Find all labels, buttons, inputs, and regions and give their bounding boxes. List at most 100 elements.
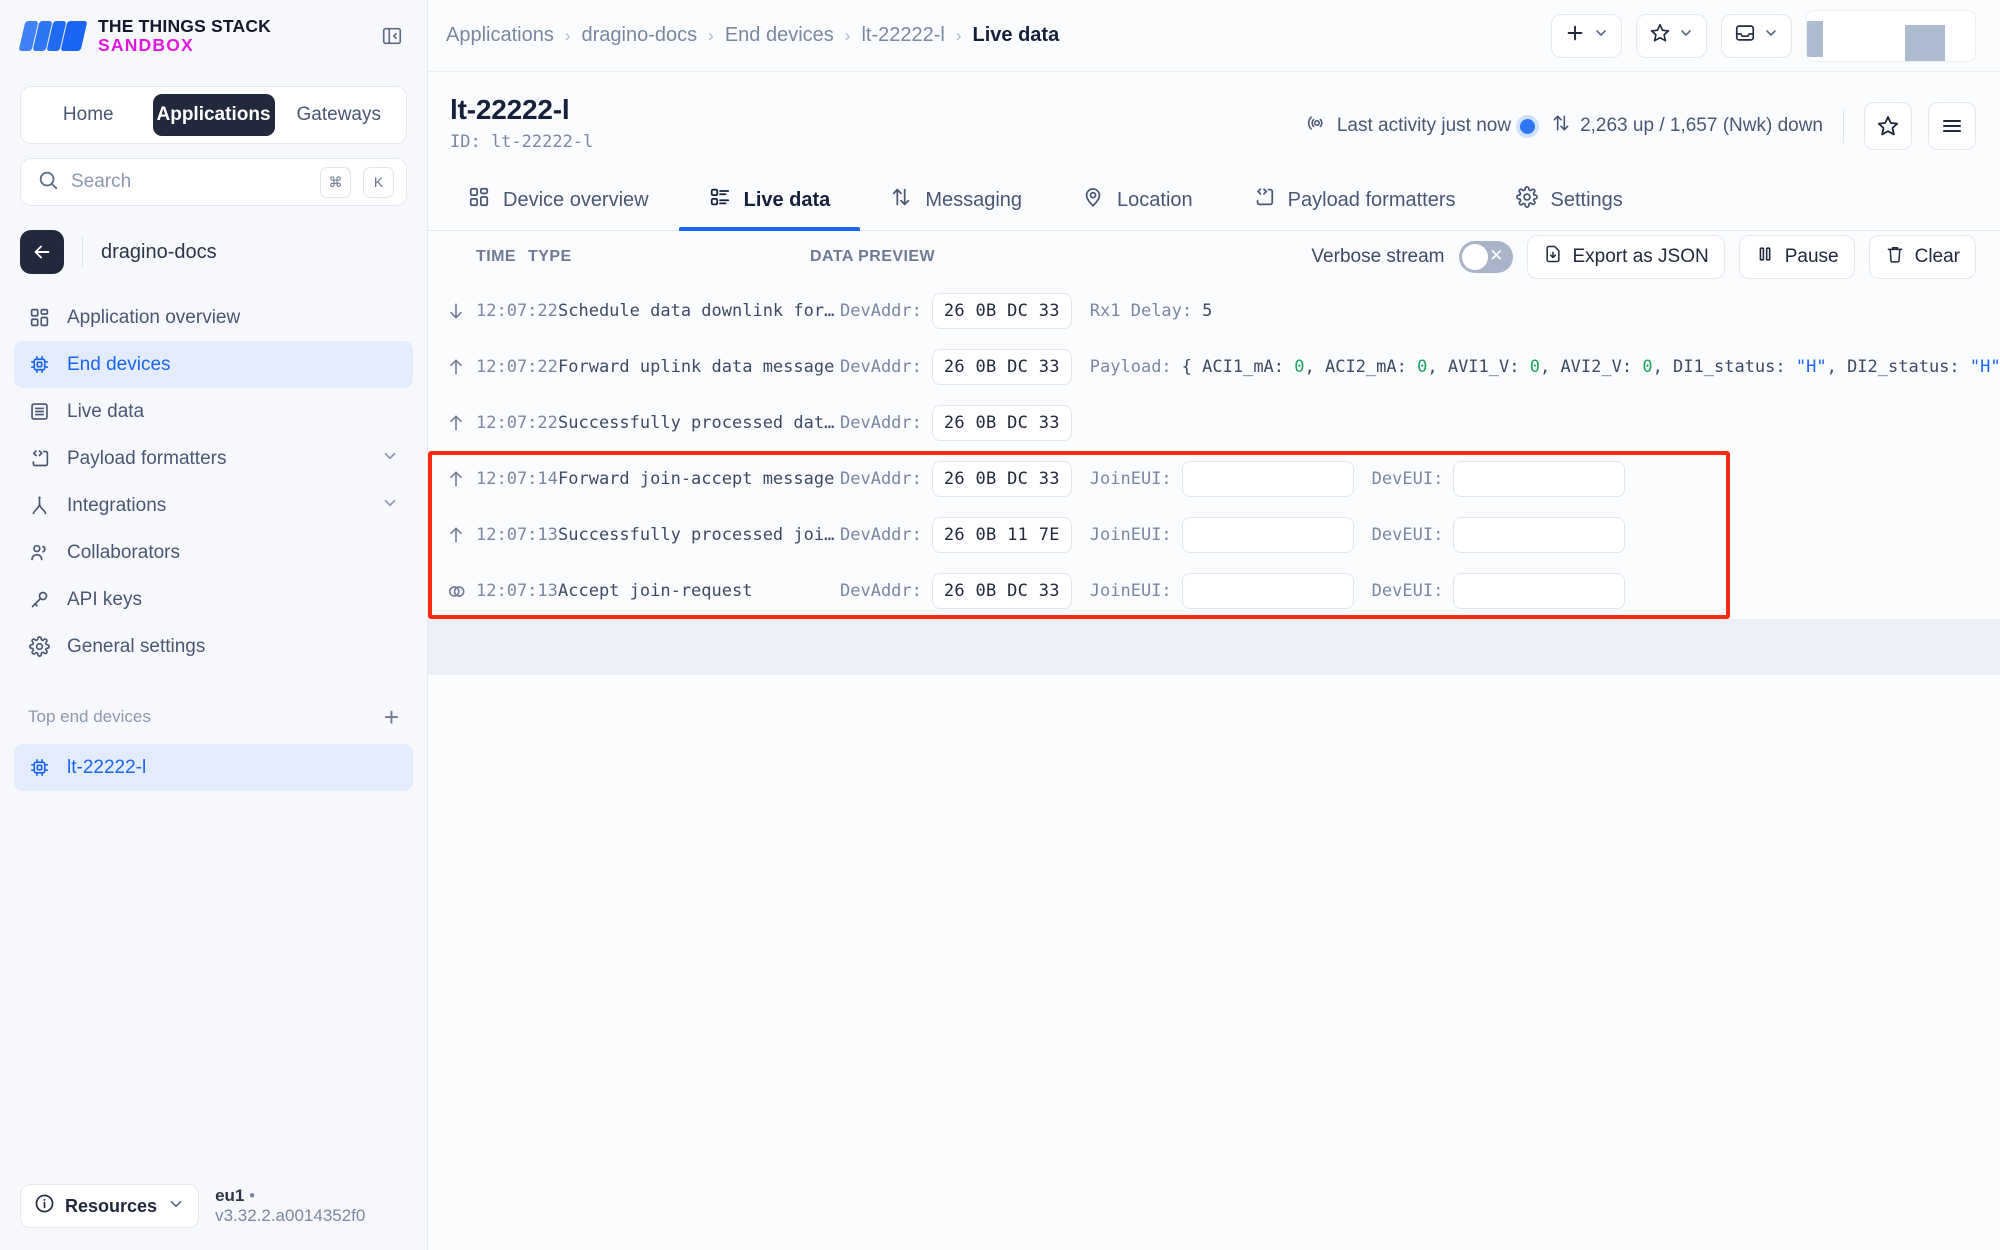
user-account-redacted[interactable] [1806, 9, 1976, 62]
row-devaddr: DevAddr: 26 0B DC 33 [840, 349, 1072, 385]
version-separator: • [249, 1186, 256, 1205]
joineui-value-redacted[interactable] [1181, 461, 1354, 497]
sidebar-item-label: Integrations [67, 494, 167, 516]
deveui-value-redacted[interactable] [1453, 573, 1626, 609]
sidebar-item-label: Live data [67, 400, 145, 422]
row-devaddr: DevAddr: 26 0B DC 33 [840, 461, 1072, 497]
version-info: eu1 • v3.32.2.a0014352f0 [215, 1186, 407, 1226]
clear-label: Clear [1914, 246, 1960, 267]
joineui-value-redacted[interactable] [1181, 517, 1354, 553]
device-menu-button[interactable] [1928, 102, 1976, 150]
verbose-stream-toggle[interactable]: ✕ [1458, 241, 1513, 273]
verbose-stream-label: Verbose stream [1311, 246, 1445, 267]
arrow-down-icon [446, 301, 476, 321]
tab-live-data[interactable]: Live data [678, 170, 861, 231]
bookmark-device-button[interactable] [1864, 102, 1912, 150]
row-time: 12:07:22 [476, 413, 558, 433]
devaddr-value[interactable]: 26 0B DC 33 [931, 461, 1072, 497]
sidebar-item-live-data[interactable]: Live data [14, 388, 413, 435]
chevron-down-icon[interactable] [381, 494, 399, 518]
sidebar-item-collaborators[interactable]: Collaborators [14, 529, 413, 576]
sidebar-item-end-devices[interactable]: End devices [14, 341, 413, 388]
message-counts: 2,263 up / 1,657 (Nwk) down [1551, 113, 1823, 139]
devaddr-value[interactable]: 26 0B DC 33 [931, 293, 1072, 329]
breadcrumb-separator: › [708, 25, 714, 45]
tab-location[interactable]: Location [1052, 170, 1223, 230]
sidebar-footer: Resources eu1 • v3.32.2.a0014352f0 [0, 1166, 427, 1250]
add-device-icon[interactable]: + [384, 704, 399, 730]
tab-device-overview[interactable]: Device overview [438, 170, 679, 230]
sidebar-item-api-keys[interactable]: API keys [14, 576, 413, 623]
tab-messaging[interactable]: Messaging [860, 170, 1052, 230]
devaddr-value[interactable]: 26 0B DC 33 [931, 349, 1072, 385]
collapse-sidebar-icon[interactable] [379, 23, 405, 49]
payload-label: Payload: [1089, 357, 1172, 377]
table-row[interactable]: 12:07:22 Schedule data downlink for… Dev… [428, 283, 2000, 339]
joineui-label: JoinEUI: [1089, 581, 1172, 601]
breadcrumb-separator: › [564, 25, 571, 45]
devaddr-value[interactable]: 26 0B DC 33 [931, 405, 1072, 441]
application-header: dragino-docs [0, 206, 427, 290]
chevron-down-icon [1678, 25, 1694, 46]
table-row[interactable]: 12:07:13 Successfully processed joi… Dev… [428, 507, 2000, 563]
back-button[interactable] [20, 230, 64, 274]
devaddr-label: DevAddr: [840, 581, 922, 601]
sidebar-item-payload-formatters[interactable]: Payload formatters [14, 435, 413, 482]
pause-button[interactable]: Pause [1738, 235, 1855, 279]
sidebar-device-label: lt-22222-l [67, 756, 147, 778]
cluster-label: eu1 [215, 1186, 245, 1205]
clear-button[interactable]: Clear [1868, 235, 1976, 279]
joineui-value-redacted[interactable] [1181, 573, 1354, 609]
joineui-label: JoinEUI: [1089, 469, 1172, 489]
tab-settings[interactable]: Settings [1486, 170, 1653, 230]
resources-button[interactable]: Resources [20, 1184, 200, 1228]
sidebar-item-integrations[interactable]: Integrations [14, 482, 413, 529]
deveui-value-redacted[interactable] [1453, 461, 1626, 497]
breadcrumb-applications[interactable]: Applications [446, 24, 554, 47]
breadcrumb-dragino-docs[interactable]: dragino-docs [582, 24, 698, 47]
tab-label: Device overview [503, 188, 649, 211]
inbox-icon [1734, 22, 1756, 49]
row-extra: Rx1 Delay: 5 [1090, 301, 1213, 321]
add-dropdown-button[interactable] [1551, 13, 1622, 58]
table-row[interactable]: 12:07:13 Accept join-request DevAddr: 26… [428, 563, 2000, 619]
row-time: 12:07:14 [476, 469, 558, 489]
last-activity-status: Last activity just now [1306, 112, 1536, 140]
row-time: 12:07:13 [476, 525, 558, 545]
search-input[interactable]: Search ⌘ K [20, 158, 407, 206]
brand-text: THE THINGS STACK SANDBOX [98, 17, 271, 55]
export-as-json-button[interactable]: Export as JSON [1526, 235, 1725, 279]
info-icon [34, 1193, 55, 1219]
rx1-delay-label: Rx1 Delay: [1089, 301, 1193, 321]
breadcrumb: Applications › dragino-docs › End device… [446, 24, 1059, 47]
bookmarks-dropdown-button[interactable] [1636, 13, 1707, 58]
version-label: v3.32.2.a0014352f0 [215, 1206, 366, 1225]
sidebar-device-lt-22222-l[interactable]: lt-22222-l [14, 744, 413, 791]
chevron-down-icon[interactable] [381, 447, 399, 471]
row-devaddr: DevAddr: 26 0B DC 33 [840, 405, 1072, 441]
devaddr-value[interactable]: 26 0B 11 7E [931, 517, 1072, 553]
segment-home[interactable]: Home [28, 94, 149, 136]
table-row[interactable]: 12:07:22 Successfully processed dat… Dev… [428, 395, 2000, 451]
table-row[interactable]: 12:07:14 Forward join-accept message Dev… [428, 451, 2000, 507]
breadcrumb-device[interactable]: lt-22222-l [861, 24, 944, 47]
breadcrumb-end-devices[interactable]: End devices [725, 24, 834, 47]
breadcrumb-live-data: Live data [972, 24, 1060, 46]
integration-icon [28, 494, 51, 517]
devaddr-value[interactable]: 26 0B DC 33 [931, 573, 1072, 609]
sidebar-item-application-overview[interactable]: Application overview [14, 294, 413, 341]
deveui-value-redacted[interactable] [1453, 517, 1626, 553]
tab-payload-formatters[interactable]: Payload formatters [1223, 170, 1486, 230]
segment-applications[interactable]: Applications [152, 94, 275, 136]
row-deveui: DevEUI: [1372, 573, 1626, 609]
table-row[interactable]: 12:07:22 Forward uplink data message Dev… [428, 339, 2000, 395]
device-id: ID: lt-22222-l [450, 132, 594, 152]
sidebar-item-label: General settings [67, 635, 206, 657]
sidebar-item-general-settings[interactable]: General settings [14, 623, 413, 670]
notifications-dropdown-button[interactable] [1721, 13, 1792, 58]
search-kbd-cmd: ⌘ [320, 166, 351, 198]
row-devaddr: DevAddr: 26 0B DC 33 [840, 573, 1072, 609]
segment-gateways[interactable]: Gateways [279, 94, 400, 136]
row-deveui: DevEUI: [1372, 517, 1626, 553]
pause-icon [1755, 244, 1775, 270]
